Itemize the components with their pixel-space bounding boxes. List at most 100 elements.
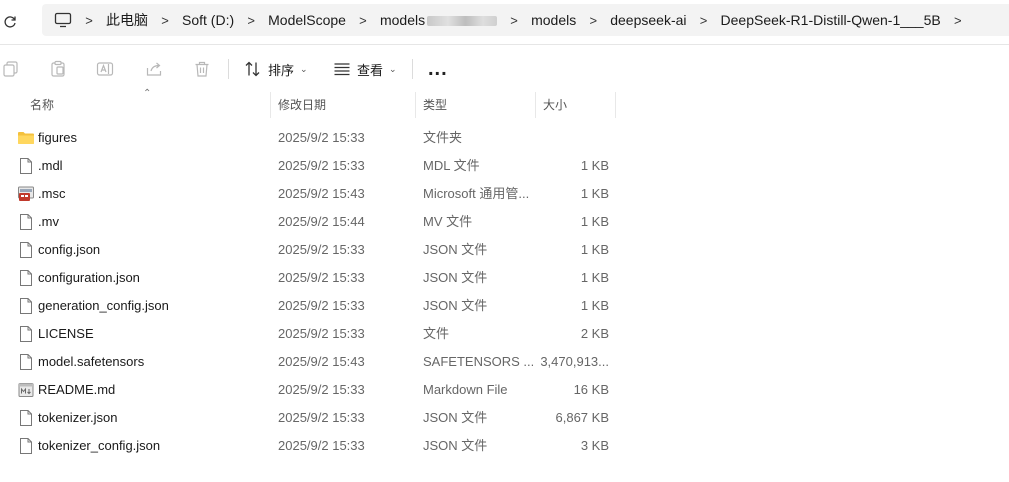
file-size: 3,470,913... [540, 354, 609, 369]
file-row-model-safetensors[interactable]: model.safetensors 2025/9/2 15:43 SAFETEN… [0, 348, 1009, 376]
file-type: SAFETENSORS ... [423, 354, 533, 369]
file-size: 1 KB [580, 242, 609, 257]
toolbar-separator [228, 59, 229, 79]
file-name: .msc [38, 186, 66, 201]
file-name: config.json [38, 242, 101, 257]
column-header-row: ⌃ 名称 修改日期 类型 大小 [0, 88, 1009, 118]
file-name: configuration.json [38, 270, 140, 285]
more-options-button[interactable]: ... [428, 57, 448, 81]
file-row-figures[interactable]: figures 2025/9/2 15:33 文件夹 [0, 124, 1009, 152]
file-row-tokenizer-json[interactable]: tokenizer.json 2025/9/2 15:33 JSON 文件 6,… [0, 404, 1009, 432]
file-name: generation_config.json [38, 298, 169, 313]
file-size: 2 KB [580, 326, 609, 341]
chevron-right-icon[interactable]: > [154, 13, 176, 28]
file-row-configuration-json[interactable]: configuration.json 2025/9/2 15:33 JSON 文… [0, 264, 1009, 292]
chevron-down-icon: ⌄ [389, 63, 397, 74]
file-row-generation-config-json[interactable]: generation_config.json 2025/9/2 15:33 JS… [0, 292, 1009, 320]
share-icon[interactable] [145, 57, 163, 81]
column-date-modified[interactable]: 修改日期 [270, 92, 415, 118]
file-icon [20, 326, 32, 342]
copy-icon[interactable] [2, 57, 20, 81]
rename-icon[interactable] [96, 57, 114, 81]
breadcrumb-drive[interactable]: Soft (D:) [176, 12, 240, 28]
breadcrumb-models-label: models [379, 12, 426, 28]
chevron-right-icon[interactable]: > [240, 13, 262, 28]
file-row-mv[interactable]: .mv 2025/9/2 15:44 MV 文件 1 KB [0, 208, 1009, 236]
toolbar-separator [412, 59, 413, 79]
column-size[interactable]: 大小 [535, 92, 615, 118]
chevron-right-icon[interactable]: > [947, 13, 969, 28]
chevron-right-icon[interactable]: > [693, 13, 715, 28]
msc-icon [18, 186, 34, 201]
view-label: 查看 [357, 62, 384, 78]
file-name: .mdl [38, 158, 63, 173]
file-type: JSON 文件 [423, 438, 488, 453]
file-type: 文件夹 [423, 130, 463, 145]
file-icon [20, 438, 32, 454]
more-icon: ... [428, 58, 448, 80]
file-icon [20, 298, 32, 314]
file-icon [20, 242, 32, 258]
breadcrumb-models[interactable]: models [525, 12, 582, 28]
file-date: 2025/9/2 15:43 [278, 186, 365, 201]
address-area: > 此电脑 > Soft (D:) > ModelScope > models … [0, 0, 1009, 44]
file-date: 2025/9/2 15:33 [278, 298, 365, 313]
file-date: 2025/9/2 15:33 [278, 130, 365, 145]
view-button[interactable]: 查看 ⌄ [333, 57, 397, 81]
file-row-license[interactable]: LICENSE 2025/9/2 15:33 文件 2 KB [0, 320, 1009, 348]
column-name[interactable]: 名称 [22, 92, 270, 118]
chevron-right-icon[interactable]: > [582, 13, 604, 28]
sort-button[interactable]: 排序 ⌄ [244, 57, 308, 81]
file-row-tokenizer-config-json[interactable]: tokenizer_config.json 2025/9/2 15:33 JSO… [0, 432, 1009, 460]
file-size [537, 124, 609, 152]
file-name: tokenizer_config.json [38, 438, 161, 453]
refresh-icon[interactable] [0, 10, 20, 34]
redacted-blur [427, 16, 498, 27]
file-date: 2025/9/2 15:33 [278, 410, 365, 425]
chevron-right-icon[interactable]: > [503, 13, 525, 28]
file-row-config-json[interactable]: config.json 2025/9/2 15:33 JSON 文件 1 KB [0, 236, 1009, 264]
column-type[interactable]: 类型 [415, 92, 535, 118]
paste-icon[interactable] [49, 57, 67, 81]
file-size: 3 KB [580, 438, 609, 453]
file-row-readme-md[interactable]: README.md 2025/9/2 15:33 Markdown File 1… [0, 376, 1009, 404]
chevron-down-icon: ⌄ [300, 63, 308, 74]
file-date: 2025/9/2 15:44 [278, 214, 365, 229]
file-size: 1 KB [580, 186, 609, 201]
command-bar: 排序 ⌄ 查看 ⌄ ... [0, 50, 1009, 88]
chevron-right-icon[interactable]: > [78, 13, 100, 28]
chevron-right-icon[interactable]: > [352, 13, 374, 28]
file-type: Markdown File [423, 382, 508, 397]
breadcrumb-models-blurred[interactable]: models [374, 12, 503, 28]
file-name: model.safetensors [38, 354, 145, 369]
file-size: 1 KB [580, 158, 609, 173]
file-type: 文件 [423, 326, 450, 341]
sort-icon [245, 61, 260, 77]
breadcrumb-current-folder[interactable]: DeepSeek-R1-Distill-Qwen-1___5B [715, 12, 947, 28]
address-divider [0, 44, 1009, 45]
file-size: 16 KB [573, 382, 609, 397]
markdown-file-icon [18, 383, 34, 397]
file-date: 2025/9/2 15:43 [278, 354, 365, 369]
view-list-icon [334, 63, 350, 76]
breadcrumb-deepseek-ai[interactable]: deepseek-ai [604, 12, 692, 28]
file-type: Microsoft 通用管... [423, 186, 530, 201]
file-size: 1 KB [580, 214, 609, 229]
file-row-msc[interactable]: .msc 2025/9/2 15:43 Microsoft 通用管... 1 K… [0, 180, 1009, 208]
file-row-mdl[interactable]: .mdl 2025/9/2 15:33 MDL 文件 1 KB [0, 152, 1009, 180]
file-type: JSON 文件 [423, 298, 488, 313]
column-divider[interactable] [615, 92, 616, 118]
file-name: tokenizer.json [38, 410, 118, 425]
breadcrumb-this-pc[interactable]: 此电脑 [100, 10, 154, 30]
file-name: .mv [38, 214, 59, 229]
file-date: 2025/9/2 15:33 [278, 382, 365, 397]
file-size: 6,867 KB [555, 410, 610, 425]
file-name: figures [38, 130, 78, 145]
file-date: 2025/9/2 15:33 [278, 242, 365, 257]
delete-icon[interactable] [193, 57, 211, 81]
file-icon [20, 354, 32, 370]
file-date: 2025/9/2 15:33 [278, 158, 365, 173]
breadcrumb-modelscope[interactable]: ModelScope [262, 12, 352, 28]
address-bar[interactable]: > 此电脑 > Soft (D:) > ModelScope > models … [42, 4, 1009, 36]
computer-icon[interactable] [48, 12, 78, 28]
